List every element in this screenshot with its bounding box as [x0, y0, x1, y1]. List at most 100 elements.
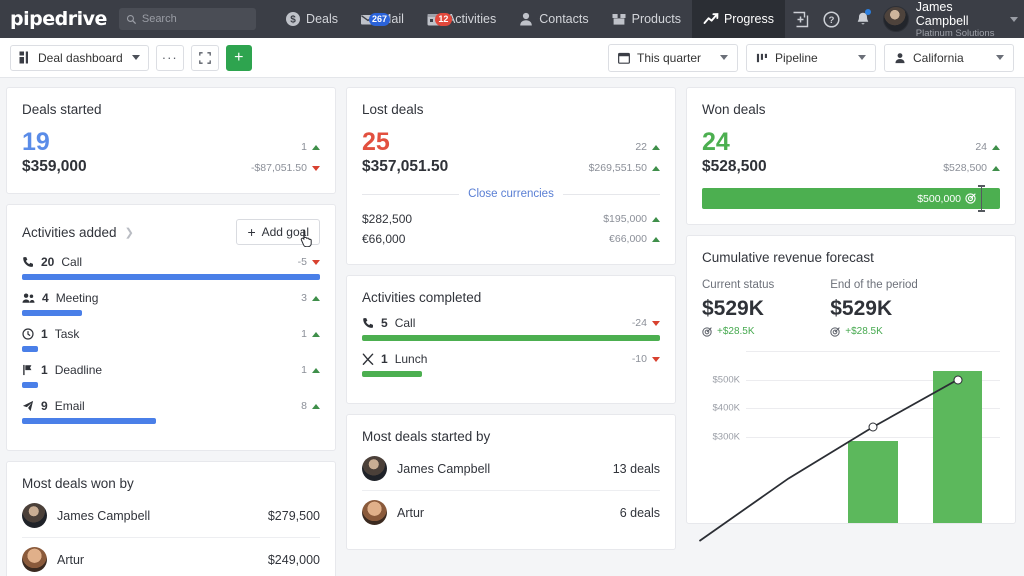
- send-icon: [22, 400, 34, 412]
- card-cumulative-revenue-forecast: Cumulative revenue forecast Current stat…: [686, 235, 1016, 524]
- nav-item-label: Deals: [306, 12, 338, 26]
- activities-added-title-group[interactable]: Activities added ❯: [22, 225, 134, 240]
- chevron-down-icon: [720, 55, 728, 60]
- nav-item-label: Progress: [724, 12, 774, 26]
- sub-value: +$28.5K: [717, 326, 755, 337]
- card-title: Most deals won by: [22, 476, 320, 491]
- won-deals-count: 24: [702, 128, 730, 156]
- pipedrive-logo[interactable]: pipedrive: [0, 8, 119, 30]
- triangle-down-icon: [312, 260, 320, 265]
- deals-started-count: 19: [22, 128, 50, 156]
- triangle-up-icon: [312, 145, 320, 150]
- list-item[interactable]: James Campbell 13 deals: [362, 447, 660, 490]
- forecast-end-sub: +$28.5K: [830, 326, 918, 337]
- column-right: Won deals 24 24 $528,500 $528,500 $500,0…: [686, 87, 1016, 524]
- fullscreen-button[interactable]: [191, 45, 219, 71]
- filter-label: California: [913, 51, 964, 65]
- forecast-current-label: Current status: [702, 279, 774, 291]
- dashboard-grid: Deals started 19 1 $359,000 -$87,051.50 …: [0, 78, 1024, 576]
- more-icon: ···: [162, 55, 178, 61]
- activity-bar-fill: [22, 310, 82, 316]
- card-title: Cumulative revenue forecast: [702, 250, 1000, 265]
- activity-row: 4 Meeting 3: [22, 291, 320, 316]
- activity-delta: 1: [301, 328, 320, 340]
- flag-icon: [22, 364, 34, 376]
- search-icon: [126, 14, 137, 25]
- notifications-button[interactable]: [848, 0, 879, 38]
- list-item[interactable]: James Campbell $279,500: [22, 494, 320, 537]
- close-currencies-label[interactable]: Close currencies: [468, 188, 554, 200]
- user-menu[interactable]: James Campbell Platinum Solutions: [879, 0, 1024, 39]
- add-report-button[interactable]: +: [226, 45, 252, 71]
- add-label: +: [234, 49, 243, 67]
- currency-delta: €66,000: [609, 233, 660, 245]
- calendar-icon: [618, 52, 630, 64]
- chart-data-point[interactable]: [953, 375, 962, 384]
- card-activities-added: Activities added ❯ + Add goal: [6, 204, 336, 451]
- chart-y-tick-label: $500K: [713, 374, 740, 385]
- person-value: $249,000: [268, 553, 320, 567]
- activity-delta: 3: [301, 292, 320, 304]
- nav-item-label: Contacts: [539, 12, 588, 26]
- delta-value: 24: [975, 141, 987, 153]
- nav-item-mail[interactable]: 267 Mail: [349, 0, 415, 38]
- person-value: 13 deals: [613, 462, 660, 476]
- chart-data-point[interactable]: [869, 422, 878, 431]
- triangle-down-icon: [652, 321, 660, 326]
- activity-bar-fill: [362, 335, 660, 341]
- nav-item-products[interactable]: Products: [600, 0, 692, 38]
- add-goal-label: Add goal: [262, 225, 309, 239]
- activity-row: 5 Call -24: [362, 316, 660, 341]
- activity-row: 9 Email 8: [22, 399, 320, 424]
- card-title: Activities completed: [362, 290, 660, 305]
- triangle-up-icon: [312, 332, 320, 337]
- person-icon: [894, 52, 906, 64]
- goal-value: $500,000: [917, 193, 961, 205]
- goal-value-group: $500,000: [917, 193, 976, 205]
- activity-bar-fill: [22, 382, 38, 388]
- box-icon: [611, 11, 627, 27]
- activity-count: 1: [381, 352, 388, 366]
- activity-row: 20 Call -5: [22, 255, 320, 280]
- dashboard-selector[interactable]: Deal dashboard: [10, 45, 149, 71]
- nav-item-contacts[interactable]: Contacts: [507, 0, 599, 38]
- activity-count: 20: [41, 255, 54, 269]
- triangle-up-icon: [652, 166, 660, 171]
- help-button[interactable]: ?: [816, 0, 847, 38]
- triangle-up-icon: [312, 296, 320, 301]
- forecast-current-value: $529K: [702, 296, 774, 321]
- activity-bar-track: [22, 274, 320, 280]
- top-navigation-bar: pipedrive Search $ Deals: [0, 0, 1024, 38]
- notification-dot: [865, 9, 871, 15]
- filter-period[interactable]: This quarter: [608, 44, 738, 72]
- filter-pipeline[interactable]: Pipeline: [746, 44, 876, 72]
- plus-icon: +: [247, 226, 255, 238]
- activities-added-header: Activities added ❯ + Add goal: [22, 219, 320, 245]
- nav-item-progress[interactable]: Progress: [692, 0, 785, 38]
- person-name: Artur: [57, 553, 84, 567]
- filter-user[interactable]: California: [884, 44, 1014, 72]
- user-company: Platinum Solutions: [916, 28, 997, 39]
- search-input[interactable]: Search: [119, 8, 256, 30]
- trend-up-icon: [703, 11, 719, 27]
- add-button[interactable]: [785, 0, 816, 38]
- delta-value: 1: [301, 328, 307, 340]
- add-goal-button[interactable]: + Add goal: [236, 219, 320, 245]
- svg-text:?: ?: [829, 15, 835, 26]
- activity-label-group: 1 Deadline: [22, 363, 102, 377]
- list-item[interactable]: Artur 6 deals: [362, 490, 660, 534]
- activity-label: Meeting: [56, 291, 99, 305]
- delta-value: 22: [635, 141, 647, 153]
- activity-delta: 8: [301, 400, 320, 412]
- forecast-current-sub: +$28.5K: [702, 326, 774, 337]
- nav-item-deals[interactable]: $ Deals: [274, 0, 349, 38]
- more-options-button[interactable]: ···: [156, 45, 184, 71]
- nav-item-activities[interactable]: 12 Activities: [415, 0, 507, 38]
- activity-count: 9: [41, 399, 48, 413]
- envelope-icon: 267: [360, 11, 376, 27]
- card-title: Won deals: [702, 102, 1000, 117]
- delta-value: $269,551.50: [589, 162, 647, 174]
- chart-y-axis: $300K$400K$500K: [702, 351, 744, 523]
- list-item[interactable]: Artur $249,000: [22, 537, 320, 576]
- target-icon: [830, 327, 840, 337]
